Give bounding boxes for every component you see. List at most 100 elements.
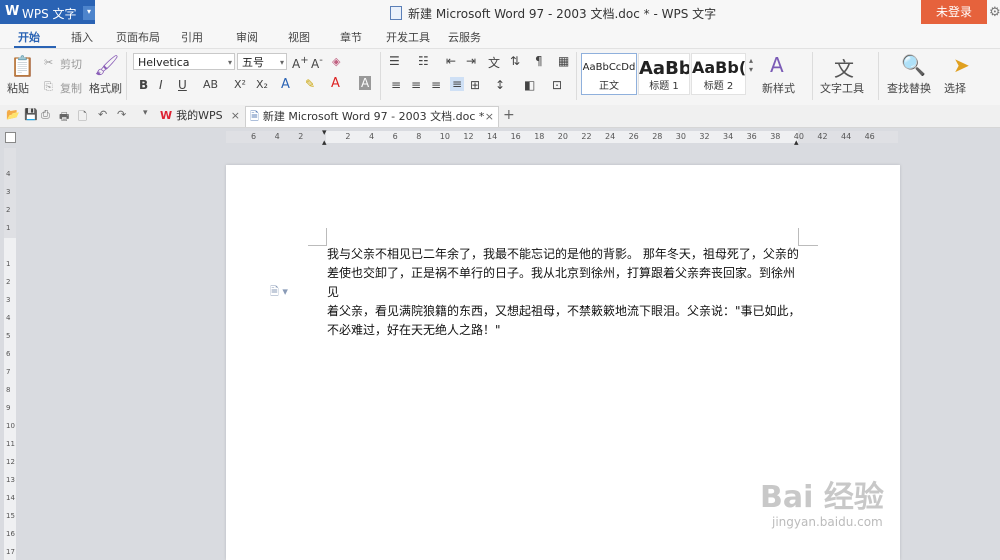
text-effect-icon[interactable]: A <box>281 77 290 92</box>
format-painter-icon[interactable]: 🖌 <box>94 53 119 77</box>
find-replace-icon[interactable]: 🔍 <box>901 53 926 77</box>
first-line-indent-marker[interactable]: ▾ <box>322 128 327 138</box>
style-preview: AaBb( <box>692 58 746 77</box>
tab-view[interactable]: 视图 <box>288 29 310 45</box>
find-replace-button[interactable]: 查找替换 <box>887 80 931 96</box>
paste-button[interactable]: 粘贴 <box>7 80 29 96</box>
tab-page-layout[interactable]: 页面布局 <box>116 29 160 45</box>
char-shading-icon[interactable]: A <box>359 76 372 90</box>
align-left-icon[interactable]: ≡ <box>391 78 401 92</box>
open-folder-icon[interactable]: 📂 <box>6 108 20 121</box>
ruler-tick-label: 2 <box>6 206 11 214</box>
right-indent-marker[interactable]: ▴ <box>794 138 799 148</box>
copy-button[interactable]: 复制 <box>60 80 82 96</box>
text-tools-button[interactable]: 文字工具 <box>820 80 864 96</box>
ruler-tick-label: 14 <box>487 132 498 141</box>
text-tools-icon[interactable]: 文 <box>834 53 854 82</box>
tab-home[interactable]: 开始 <box>18 29 40 45</box>
save-icon[interactable]: 💾 <box>24 108 38 121</box>
shrink-font-icon[interactable]: A- <box>311 55 323 71</box>
decrease-indent-icon[interactable]: ⇤ <box>446 54 456 68</box>
ruler-tick-label: 17 <box>6 548 15 556</box>
settings-icon[interactable]: ⚙ <box>989 5 1000 20</box>
ruler-tick-label: 26 <box>628 132 639 141</box>
tab-section[interactable]: 章节 <box>340 29 362 45</box>
align-right-icon[interactable]: ≡ <box>431 78 441 92</box>
shading-icon[interactable]: ◧ <box>524 78 535 92</box>
tab-review[interactable]: 审阅 <box>236 29 258 45</box>
app-menu-button[interactable]: W WPS 文字 ▾ <box>0 0 95 24</box>
justify-icon[interactable]: ≡ <box>450 77 465 91</box>
group-divider <box>126 52 127 100</box>
ruler-tick-label: 10 <box>6 422 15 430</box>
ruler-tick-label: 13 <box>6 476 15 484</box>
tab-references[interactable]: 引用 <box>181 29 203 45</box>
show-marks-icon[interactable]: ¶ <box>535 54 543 68</box>
style-heading-1[interactable]: AaBb 标题 1 <box>638 53 690 95</box>
italic-icon[interactable]: I <box>159 78 163 92</box>
app-menu-dropdown[interactable]: ▾ <box>83 6 95 20</box>
qa-customize-icon[interactable]: ▾ <box>143 108 148 118</box>
paste-icon[interactable]: 📋 <box>10 54 35 78</box>
doc-tab-current[interactable]: 🗎 新建 Microsoft Word 97 - 2003 文档.doc * × <box>245 106 499 127</box>
left-indent-marker[interactable]: ▴ <box>322 138 327 148</box>
grow-font-icon[interactable]: A+ <box>292 55 309 71</box>
ruler-tick-label: 18 <box>534 132 545 141</box>
ruler-tick-label: 5 <box>6 332 11 340</box>
redo-icon[interactable]: ↷ <box>117 108 126 121</box>
new-tab-button[interactable]: + <box>503 107 515 123</box>
sort-icon[interactable]: ⇅ <box>510 54 520 68</box>
underline-icon[interactable]: U <box>178 78 187 92</box>
ruler-tick-label: 42 <box>817 132 828 141</box>
styles-scroll-icon[interactable]: ▴ ▾ <box>749 56 753 74</box>
cut-button[interactable]: 剪切 <box>60 56 82 72</box>
text-line: 差使也交卸了，正是祸不单行的日子。我从北京到徐州，打算跟着父亲奔丧回家。到徐州见 <box>327 266 796 299</box>
new-style-button[interactable]: 新样式 <box>762 80 795 96</box>
select-button[interactable]: 选择 <box>944 80 966 96</box>
chevron-down-icon: ▾ <box>227 58 232 67</box>
undo-icon[interactable]: ↶ <box>98 108 107 121</box>
paragraph-handle-icon[interactable]: 🗎 ▾ <box>270 283 288 302</box>
clear-format-icon[interactable]: ◈ <box>332 55 340 68</box>
style-normal[interactable]: AaBbCcDd 正文 <box>581 53 637 95</box>
format-painter-button[interactable]: 格式刷 <box>89 80 122 96</box>
group-divider <box>576 52 577 100</box>
ruler-tab-selector[interactable] <box>5 132 16 143</box>
table-border-icon[interactable]: ▦ <box>558 54 569 68</box>
superscript-icon[interactable]: X² <box>234 78 246 91</box>
font-size-select[interactable]: 五号 ▾ <box>237 53 287 70</box>
print-preview-icon[interactable]: 🗋 <box>78 108 87 127</box>
borders-icon[interactable]: ⊡ <box>552 78 562 92</box>
subscript-icon[interactable]: X₂ <box>256 78 268 91</box>
font-color-icon[interactable]: A <box>331 76 340 91</box>
ruler-tick-label: 34 <box>723 132 734 141</box>
strikethrough-icon[interactable]: AB <box>203 78 218 91</box>
chevron-down-icon: ▾ <box>279 58 284 67</box>
doc-tab-my-wps[interactable]: W 我的WPS × <box>160 106 242 126</box>
bold-icon[interactable]: B <box>139 78 148 92</box>
print-icon[interactable]: 🖶 <box>59 108 69 127</box>
chinese-layout-icon[interactable]: 文 <box>488 54 500 71</box>
export-icon[interactable]: ⎙ <box>41 108 50 122</box>
tab-cloud[interactable]: 云服务 <box>448 29 481 45</box>
document-body[interactable]: 我与父亲不相见已二年余了，我最不能忘记的是他的背影。 那年冬天，祖母死了，父亲的… <box>327 245 801 340</box>
select-cursor-icon[interactable]: ➤ <box>953 53 970 77</box>
copy-icon[interactable]: ⎘ <box>44 80 53 94</box>
new-style-icon[interactable]: A <box>770 53 784 77</box>
highlight-icon[interactable]: ✎ <box>305 77 315 91</box>
tab-developer[interactable]: 开发工具 <box>386 29 430 45</box>
close-icon[interactable]: × <box>231 106 240 126</box>
align-center-icon[interactable]: ≡ <box>411 78 421 92</box>
numbered-list-icon[interactable]: ☷ <box>418 54 429 68</box>
tab-insert[interactable]: 插入 <box>71 29 93 45</box>
cut-icon[interactable]: ✂ <box>44 56 53 69</box>
login-button[interactable]: 未登录 <box>921 0 987 24</box>
text-line: 着父亲，看见满院狼籍的东西，又想起祖母，不禁簌簌地流下眼泪。父亲说："事已如此， <box>327 304 801 318</box>
increase-indent-icon[interactable]: ⇥ <box>466 54 476 68</box>
bullet-list-icon[interactable]: ☰ <box>389 54 400 68</box>
style-heading-2[interactable]: AaBb(标题 2 <box>691 53 746 95</box>
font-name-select[interactable]: Helvetica ▾ <box>133 53 235 70</box>
close-icon[interactable]: × <box>485 107 494 127</box>
distribute-icon[interactable]: ⊞ <box>470 78 480 92</box>
line-spacing-icon[interactable]: ↕ <box>495 78 505 92</box>
